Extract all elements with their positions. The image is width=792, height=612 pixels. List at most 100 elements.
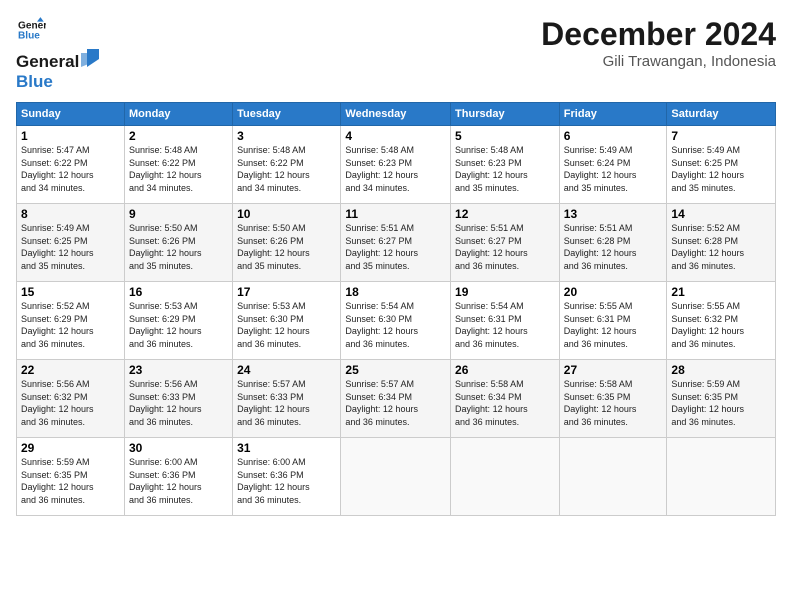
- day-info: Sunrise: 5:51 AMSunset: 6:28 PMDaylight:…: [564, 223, 637, 271]
- day-number: 1: [21, 129, 120, 143]
- calendar-table: Sunday Monday Tuesday Wednesday Thursday…: [16, 102, 776, 516]
- day-info: Sunrise: 5:52 AMSunset: 6:29 PMDaylight:…: [21, 301, 94, 349]
- day-info: Sunrise: 5:47 AMSunset: 6:22 PMDaylight:…: [21, 145, 94, 193]
- header-row: Sunday Monday Tuesday Wednesday Thursday…: [17, 103, 776, 126]
- svg-text:Blue: Blue: [18, 30, 40, 41]
- day-number: 4: [345, 129, 446, 143]
- calendar-cell: 28 Sunrise: 5:59 AMSunset: 6:35 PMDaylig…: [667, 360, 776, 438]
- day-number: 2: [129, 129, 228, 143]
- calendar-cell: [559, 438, 667, 516]
- calendar-cell: 16 Sunrise: 5:53 AMSunset: 6:29 PMDaylig…: [124, 282, 232, 360]
- calendar-cell: 14 Sunrise: 5:52 AMSunset: 6:28 PMDaylig…: [667, 204, 776, 282]
- calendar-cell: 25 Sunrise: 5:57 AMSunset: 6:34 PMDaylig…: [341, 360, 451, 438]
- day-number: 8: [21, 207, 120, 221]
- day-info: Sunrise: 5:53 AMSunset: 6:30 PMDaylight:…: [237, 301, 310, 349]
- day-number: 28: [671, 363, 771, 377]
- calendar-cell: 31 Sunrise: 6:00 AMSunset: 6:36 PMDaylig…: [233, 438, 341, 516]
- calendar-week-2: 8 Sunrise: 5:49 AMSunset: 6:25 PMDayligh…: [17, 204, 776, 282]
- day-number: 27: [564, 363, 663, 377]
- day-info: Sunrise: 5:59 AMSunset: 6:35 PMDaylight:…: [671, 379, 744, 427]
- day-number: 20: [564, 285, 663, 299]
- day-number: 11: [345, 207, 446, 221]
- calendar-cell: 19 Sunrise: 5:54 AMSunset: 6:31 PMDaylig…: [451, 282, 560, 360]
- header-tuesday: Tuesday: [233, 103, 341, 126]
- day-number: 9: [129, 207, 228, 221]
- month-title: December 2024: [541, 16, 776, 53]
- day-number: 10: [237, 207, 336, 221]
- calendar-week-5: 29 Sunrise: 5:59 AMSunset: 6:35 PMDaylig…: [17, 438, 776, 516]
- calendar-cell: 27 Sunrise: 5:58 AMSunset: 6:35 PMDaylig…: [559, 360, 667, 438]
- day-info: Sunrise: 5:58 AMSunset: 6:34 PMDaylight:…: [455, 379, 528, 427]
- day-info: Sunrise: 6:00 AMSunset: 6:36 PMDaylight:…: [237, 457, 310, 505]
- svg-text:General: General: [18, 20, 46, 31]
- day-number: 24: [237, 363, 336, 377]
- calendar-cell: 10 Sunrise: 5:50 AMSunset: 6:26 PMDaylig…: [233, 204, 341, 282]
- logo-line2: Blue: [16, 72, 99, 92]
- day-number: 22: [21, 363, 120, 377]
- header-thursday: Thursday: [451, 103, 560, 126]
- calendar-cell: 18 Sunrise: 5:54 AMSunset: 6:30 PMDaylig…: [341, 282, 451, 360]
- day-info: Sunrise: 6:00 AMSunset: 6:36 PMDaylight:…: [129, 457, 202, 505]
- calendar-cell: 22 Sunrise: 5:56 AMSunset: 6:32 PMDaylig…: [17, 360, 125, 438]
- calendar-cell: [341, 438, 451, 516]
- day-number: 6: [564, 129, 663, 143]
- day-info: Sunrise: 5:48 AMSunset: 6:22 PMDaylight:…: [129, 145, 202, 193]
- day-number: 25: [345, 363, 446, 377]
- day-info: Sunrise: 5:48 AMSunset: 6:22 PMDaylight:…: [237, 145, 310, 193]
- day-info: Sunrise: 5:49 AMSunset: 6:25 PMDaylight:…: [21, 223, 94, 271]
- calendar-cell: 11 Sunrise: 5:51 AMSunset: 6:27 PMDaylig…: [341, 204, 451, 282]
- day-number: 18: [345, 285, 446, 299]
- calendar-cell: 24 Sunrise: 5:57 AMSunset: 6:33 PMDaylig…: [233, 360, 341, 438]
- calendar-cell: 21 Sunrise: 5:55 AMSunset: 6:32 PMDaylig…: [667, 282, 776, 360]
- day-info: Sunrise: 5:58 AMSunset: 6:35 PMDaylight:…: [564, 379, 637, 427]
- day-info: Sunrise: 5:49 AMSunset: 6:25 PMDaylight:…: [671, 145, 744, 193]
- day-info: Sunrise: 5:48 AMSunset: 6:23 PMDaylight:…: [455, 145, 528, 193]
- day-info: Sunrise: 5:56 AMSunset: 6:32 PMDaylight:…: [21, 379, 94, 427]
- logo-arrow-icon: [81, 49, 99, 67]
- day-number: 30: [129, 441, 228, 455]
- day-info: Sunrise: 5:59 AMSunset: 6:35 PMDaylight:…: [21, 457, 94, 505]
- day-number: 19: [455, 285, 555, 299]
- day-number: 3: [237, 129, 336, 143]
- day-info: Sunrise: 5:50 AMSunset: 6:26 PMDaylight:…: [129, 223, 202, 271]
- logo-icon: General Blue: [18, 16, 46, 44]
- calendar-cell: 12 Sunrise: 5:51 AMSunset: 6:27 PMDaylig…: [451, 204, 560, 282]
- calendar-cell: 23 Sunrise: 5:56 AMSunset: 6:33 PMDaylig…: [124, 360, 232, 438]
- calendar-cell: [667, 438, 776, 516]
- calendar-cell: 26 Sunrise: 5:58 AMSunset: 6:34 PMDaylig…: [451, 360, 560, 438]
- day-number: 31: [237, 441, 336, 455]
- location: Gili Trawangan, Indonesia: [541, 53, 776, 70]
- calendar-cell: 4 Sunrise: 5:48 AMSunset: 6:23 PMDayligh…: [341, 126, 451, 204]
- title-section: December 2024 Gili Trawangan, Indonesia: [541, 16, 776, 70]
- calendar-cell: 7 Sunrise: 5:49 AMSunset: 6:25 PMDayligh…: [667, 126, 776, 204]
- day-info: Sunrise: 5:55 AMSunset: 6:32 PMDaylight:…: [671, 301, 744, 349]
- day-info: Sunrise: 5:52 AMSunset: 6:28 PMDaylight:…: [671, 223, 744, 271]
- header-wednesday: Wednesday: [341, 103, 451, 126]
- calendar-week-4: 22 Sunrise: 5:56 AMSunset: 6:32 PMDaylig…: [17, 360, 776, 438]
- day-number: 14: [671, 207, 771, 221]
- day-number: 29: [21, 441, 120, 455]
- day-info: Sunrise: 5:54 AMSunset: 6:31 PMDaylight:…: [455, 301, 528, 349]
- day-number: 23: [129, 363, 228, 377]
- day-info: Sunrise: 5:57 AMSunset: 6:33 PMDaylight:…: [237, 379, 310, 427]
- header: General Blue General Blue December 2024 …: [16, 16, 776, 92]
- day-info: Sunrise: 5:49 AMSunset: 6:24 PMDaylight:…: [564, 145, 637, 193]
- day-info: Sunrise: 5:55 AMSunset: 6:31 PMDaylight:…: [564, 301, 637, 349]
- calendar-cell: 30 Sunrise: 6:00 AMSunset: 6:36 PMDaylig…: [124, 438, 232, 516]
- day-info: Sunrise: 5:54 AMSunset: 6:30 PMDaylight:…: [345, 301, 418, 349]
- page: General Blue General Blue December 2024 …: [0, 0, 792, 612]
- calendar-cell: 20 Sunrise: 5:55 AMSunset: 6:31 PMDaylig…: [559, 282, 667, 360]
- calendar-cell: 9 Sunrise: 5:50 AMSunset: 6:26 PMDayligh…: [124, 204, 232, 282]
- day-info: Sunrise: 5:50 AMSunset: 6:26 PMDaylight:…: [237, 223, 310, 271]
- day-number: 17: [237, 285, 336, 299]
- header-saturday: Saturday: [667, 103, 776, 126]
- calendar-cell: 6 Sunrise: 5:49 AMSunset: 6:24 PMDayligh…: [559, 126, 667, 204]
- calendar-cell: 2 Sunrise: 5:48 AMSunset: 6:22 PMDayligh…: [124, 126, 232, 204]
- calendar-week-3: 15 Sunrise: 5:52 AMSunset: 6:29 PMDaylig…: [17, 282, 776, 360]
- calendar-week-1: 1 Sunrise: 5:47 AMSunset: 6:22 PMDayligh…: [17, 126, 776, 204]
- day-info: Sunrise: 5:56 AMSunset: 6:33 PMDaylight:…: [129, 379, 202, 427]
- day-number: 21: [671, 285, 771, 299]
- day-number: 26: [455, 363, 555, 377]
- calendar-cell: 15 Sunrise: 5:52 AMSunset: 6:29 PMDaylig…: [17, 282, 125, 360]
- calendar-cell: 8 Sunrise: 5:49 AMSunset: 6:25 PMDayligh…: [17, 204, 125, 282]
